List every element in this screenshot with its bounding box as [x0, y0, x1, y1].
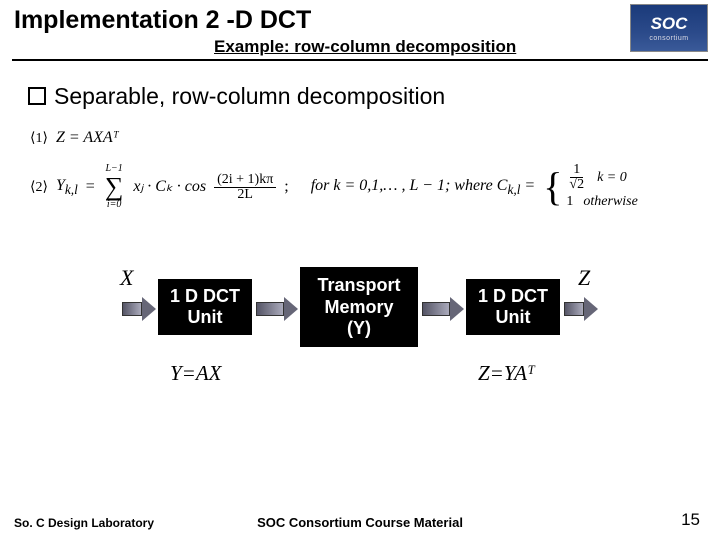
output-z-label: Z	[578, 265, 590, 291]
arrow-3	[422, 297, 464, 321]
eq2-term: xⱼ · Cₖ · cos	[133, 173, 206, 202]
arrow-4	[564, 297, 598, 321]
soc-logo: SOC consortium	[630, 4, 708, 52]
block-diagram: X 1 D DCT Unit Transport Memory (Y) 1 D …	[0, 259, 720, 409]
bullet-square-icon	[28, 87, 46, 105]
page-number: 15	[681, 510, 700, 530]
eq2-cases: { 1 √2 k = 0 1 otherwise	[543, 163, 638, 212]
arrow-1	[122, 297, 156, 321]
equals: =	[86, 173, 95, 202]
logo-subtext: consortium	[649, 35, 688, 42]
block-memory: Transport Memory (Y)	[300, 267, 418, 347]
case-1: 1 √2 k = 0	[566, 163, 637, 192]
brace-icon: {	[543, 171, 562, 203]
eq2-label: ⟨2⟩	[30, 175, 48, 200]
equation-2: ⟨2⟩ Yk,l = L−1 ∑ i=0 xⱼ · Cₖ · cos (2i +…	[30, 163, 720, 212]
block-dct-1: 1 D DCT Unit	[158, 279, 252, 335]
title-area: Implementation 2 -D DCT Example: row-col…	[0, 0, 720, 57]
logo-text: SOC	[651, 15, 688, 32]
input-x-label: X	[120, 265, 133, 291]
bullet-text: Separable, row-column decomposition	[54, 83, 445, 110]
eq1-body: Z = AXAᵀ	[56, 124, 119, 153]
eq2-fraction: (2i + 1)kπ 2L	[214, 173, 276, 202]
eq1-label: ⟨1⟩	[30, 126, 48, 151]
eq2-cond: for k = 0,1,… , L − 1; where Ck,l =	[311, 172, 535, 202]
case-2: 1 otherwise	[566, 192, 637, 212]
page-title: Implementation 2 -D DCT	[14, 6, 706, 35]
arrow-2	[256, 297, 298, 321]
bullet-item: Separable, row-column decomposition	[28, 83, 720, 110]
sum-icon: L−1 ∑ i=0	[105, 164, 124, 210]
equation-1: ⟨1⟩ Z = AXAᵀ	[30, 124, 720, 153]
eq-z-yat: Z=YAᵀ	[478, 361, 535, 386]
eq-y-ax: Y=AX	[170, 361, 222, 386]
footer-center: SOC Consortium Course Material	[0, 515, 720, 530]
equations: ⟨1⟩ Z = AXAᵀ ⟨2⟩ Yk,l = L−1 ∑ i=0 xⱼ · C…	[30, 124, 720, 211]
title-rule	[12, 59, 708, 61]
eq2-lhs: Yk,l	[56, 172, 78, 202]
block-dct-2: 1 D DCT Unit	[466, 279, 560, 335]
